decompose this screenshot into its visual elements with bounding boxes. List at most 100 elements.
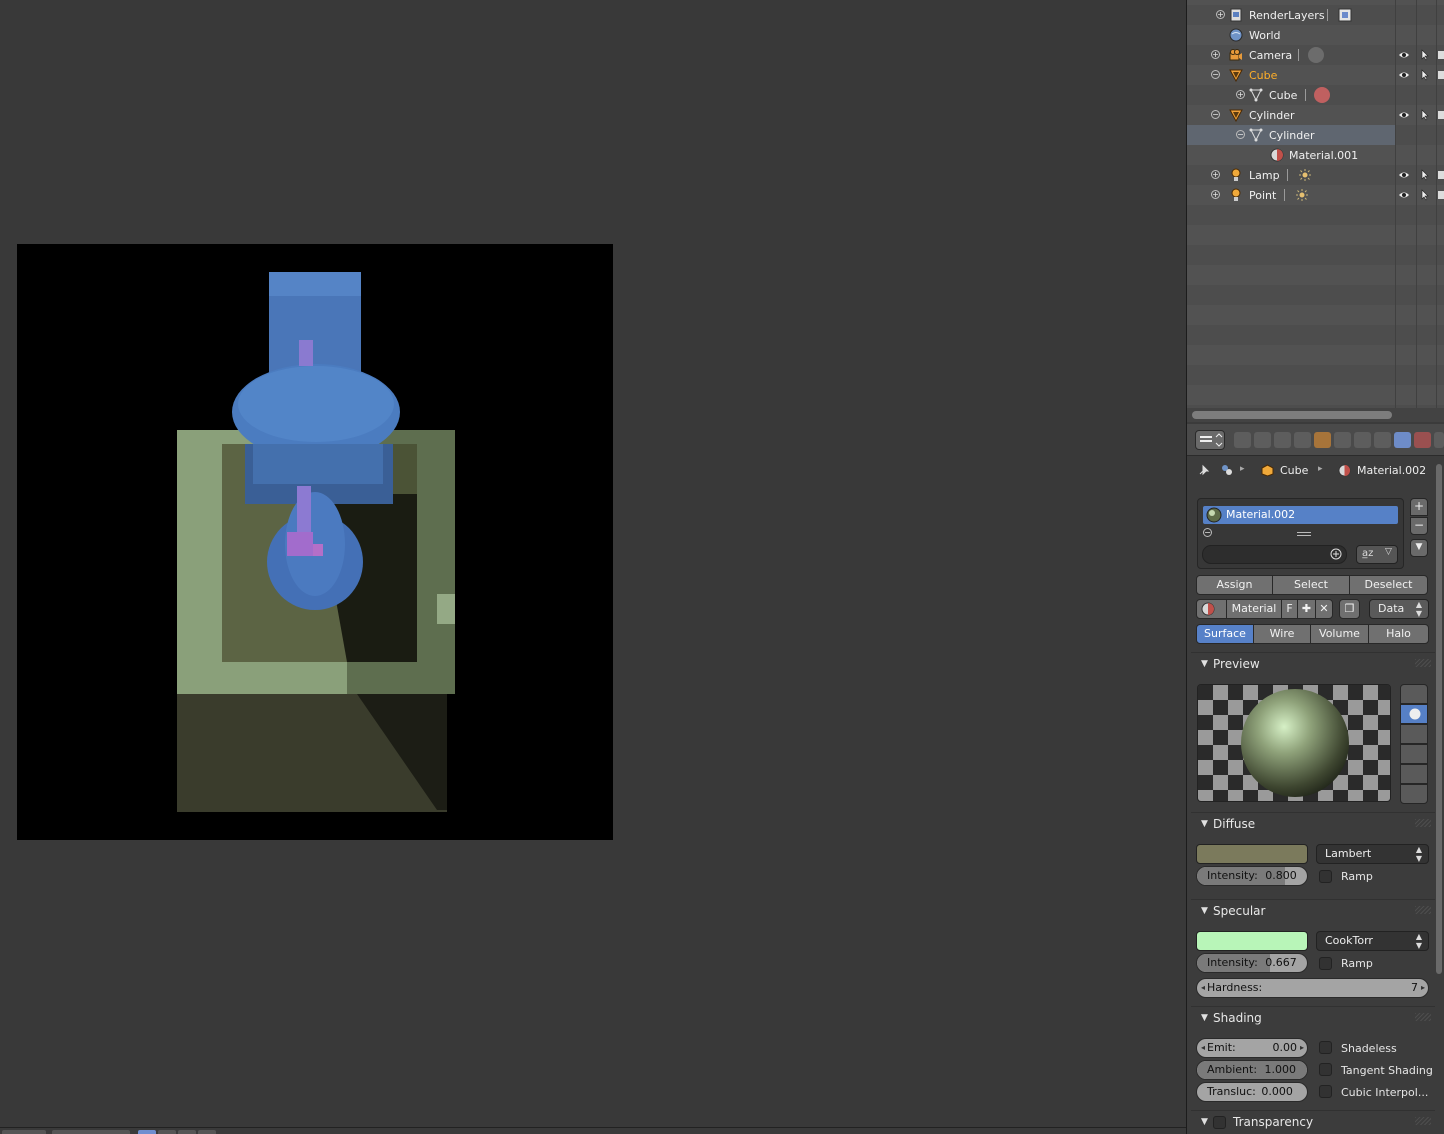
specular-ramp-checkbox[interactable] xyxy=(1319,957,1332,970)
particles-tab-icon[interactable] xyxy=(1434,432,1444,448)
eye-icon[interactable] xyxy=(1398,189,1410,201)
decrement-arrow-icon[interactable]: ◂ xyxy=(1201,979,1205,997)
filter-toggle-icon[interactable]: − xyxy=(1203,528,1212,537)
transparency-panel-title[interactable]: Transparency xyxy=(1233,1115,1313,1129)
scene-tab-icon[interactable] xyxy=(1274,432,1291,448)
select-arrow-icon[interactable] xyxy=(1420,69,1430,81)
collapse-icon[interactable]: − xyxy=(1211,70,1220,79)
constraints-tab-icon[interactable] xyxy=(1334,432,1351,448)
image-editor[interactable] xyxy=(0,0,1186,1134)
sort-reverse-icon[interactable]: ▽ xyxy=(1385,547,1392,557)
render-icon[interactable] xyxy=(1437,109,1444,121)
slot-filter-input[interactable] xyxy=(1202,545,1347,564)
collapse-icon[interactable]: − xyxy=(1211,110,1220,119)
preview-sphere-sky-button[interactable] xyxy=(1400,784,1428,804)
tab-halo[interactable]: Halo xyxy=(1368,624,1429,644)
collapse-icon[interactable]: − xyxy=(1236,130,1245,139)
panel-drag-grip[interactable] xyxy=(1415,1013,1431,1021)
select-button[interactable]: Select xyxy=(1272,575,1350,595)
render-icon[interactable] xyxy=(1437,49,1444,61)
eye-icon[interactable] xyxy=(1398,49,1410,61)
fake-user-button[interactable]: F xyxy=(1281,599,1298,619)
outliner-row-renderlayers[interactable]: + RenderLayers xyxy=(1187,5,1444,25)
editor-type-button[interactable] xyxy=(1195,430,1225,450)
emit-field[interactable]: ◂ Emit: 0.00 ▸ xyxy=(1196,1038,1308,1058)
outliner-row-point[interactable]: + Point xyxy=(1187,185,1444,205)
data-tab-icon[interactable] xyxy=(1374,432,1391,448)
panel-drag-grip[interactable] xyxy=(1415,906,1431,914)
preview-cube-button[interactable] xyxy=(1400,724,1428,744)
panel-drag-grip[interactable] xyxy=(1415,659,1431,667)
panel-collapse-icon[interactable]: ▼ xyxy=(1201,1117,1208,1127)
outliner-row-cylinder[interactable]: − Cylinder xyxy=(1187,105,1444,125)
outliner[interactable]: + RenderLayers World + Camera − Cube + C… xyxy=(1187,0,1444,422)
tab-volume[interactable]: Volume xyxy=(1310,624,1369,644)
deselect-button[interactable]: Deselect xyxy=(1349,575,1428,595)
new-material-button[interactable]: ✚ xyxy=(1297,599,1316,619)
preview-hair-button[interactable] xyxy=(1400,764,1428,784)
panel-drag-grip[interactable] xyxy=(1415,1117,1431,1125)
unlink-material-button[interactable]: ✕ xyxy=(1315,599,1333,619)
outliner-row-material-001[interactable]: Material.001 xyxy=(1187,145,1395,165)
diffuse-intensity-slider[interactable]: Intensity: 0.800 xyxy=(1196,866,1308,886)
preview-panel-title[interactable]: Preview xyxy=(1213,657,1260,671)
diffuse-ramp-checkbox[interactable] xyxy=(1319,870,1332,883)
pin-icon[interactable] xyxy=(1197,463,1211,477)
sort-buttons[interactable]: a̲z ▽ xyxy=(1356,545,1398,564)
add-slot-button[interactable]: + xyxy=(1410,498,1428,516)
expand-icon[interactable]: + xyxy=(1236,90,1245,99)
render-icon[interactable] xyxy=(1437,189,1444,201)
outliner-row-cube[interactable]: − Cube xyxy=(1187,65,1444,85)
specular-panel-title[interactable]: Specular xyxy=(1213,904,1265,918)
preview-flat-button[interactable] xyxy=(1400,684,1428,704)
render-layers-tab-icon[interactable] xyxy=(1254,432,1271,448)
eye-icon[interactable] xyxy=(1398,69,1410,81)
material-slot-item[interactable]: Material.002 xyxy=(1203,506,1398,524)
eye-icon[interactable] xyxy=(1398,109,1410,121)
outliner-row-world[interactable]: World xyxy=(1187,25,1444,45)
diffuse-color-swatch[interactable] xyxy=(1196,844,1308,864)
render-tab-icon[interactable] xyxy=(1234,432,1251,448)
panel-collapse-icon[interactable]: ▼ xyxy=(1201,819,1208,829)
increment-arrow-icon[interactable]: ▸ xyxy=(1300,1039,1304,1057)
remove-slot-button[interactable]: − xyxy=(1410,517,1428,535)
select-arrow-icon[interactable] xyxy=(1420,169,1430,181)
panel-drag-grip[interactable] xyxy=(1415,819,1431,827)
specular-intensity-slider[interactable]: Intensity: 0.667 xyxy=(1196,953,1308,973)
transparency-checkbox[interactable] xyxy=(1213,1116,1226,1129)
cubic-interpolation-checkbox[interactable] xyxy=(1319,1085,1332,1098)
slot-specials-button[interactable]: ▼ xyxy=(1410,539,1428,557)
preview-monkey-button[interactable] xyxy=(1400,744,1428,764)
preview-sphere-button[interactable] xyxy=(1400,704,1428,724)
translucency-slider[interactable]: Transluc: 0.000 xyxy=(1196,1082,1308,1102)
modifiers-tab-icon[interactable] xyxy=(1354,432,1371,448)
assign-button[interactable]: Assign xyxy=(1196,575,1273,595)
object-tab-icon[interactable] xyxy=(1314,432,1331,448)
list-resize-grip[interactable] xyxy=(1297,532,1311,536)
world-tab-icon[interactable] xyxy=(1294,432,1311,448)
properties-editor[interactable]: ▸ Cube ▸ Material.002 Material.002 − a̲z xyxy=(1187,424,1444,1134)
specular-color-swatch[interactable] xyxy=(1196,931,1308,951)
material-name-field[interactable]: Material xyxy=(1226,599,1282,619)
outliner-scrollbar[interactable] xyxy=(1187,408,1444,422)
material-slot-list[interactable]: Material.002 − a̲z ▽ xyxy=(1197,498,1404,569)
outliner-row-cube-mesh[interactable]: + Cube xyxy=(1187,85,1444,105)
expand-icon[interactable]: + xyxy=(1211,170,1220,179)
material-browse-button[interactable] xyxy=(1196,599,1227,619)
panel-collapse-icon[interactable]: ▼ xyxy=(1201,659,1208,669)
expand-icon[interactable]: + xyxy=(1211,190,1220,199)
select-arrow-icon[interactable] xyxy=(1420,109,1430,121)
tangent-shading-checkbox[interactable] xyxy=(1319,1063,1332,1076)
diffuse-panel-title[interactable]: Diffuse xyxy=(1213,817,1255,831)
shadeless-checkbox[interactable] xyxy=(1319,1041,1332,1054)
expand-icon[interactable]: + xyxy=(1216,10,1225,19)
properties-scrollbar[interactable] xyxy=(1436,464,1442,974)
render-icon[interactable] xyxy=(1437,169,1444,181)
tab-surface[interactable]: Surface xyxy=(1196,624,1254,644)
specular-shader-dropdown[interactable]: CookTorr ▲ ▼ xyxy=(1316,931,1429,951)
expand-icon[interactable]: + xyxy=(1211,50,1220,59)
tab-wire[interactable]: Wire xyxy=(1253,624,1311,644)
texture-tab-icon[interactable] xyxy=(1414,432,1431,448)
shading-panel-title[interactable]: Shading xyxy=(1213,1011,1262,1025)
browse-icon-button[interactable]: ❐ xyxy=(1339,599,1360,619)
